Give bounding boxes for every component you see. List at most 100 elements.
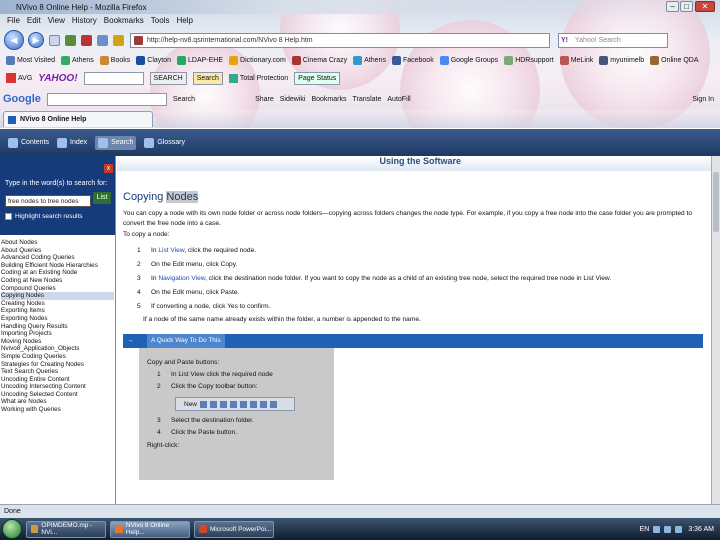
menu-tools[interactable]: Tools bbox=[151, 16, 170, 25]
search-result-item[interactable]: Text Search Queries bbox=[1, 368, 114, 376]
search-result-item[interactable]: Strategies for Creating Nodes bbox=[1, 361, 114, 369]
search-result-item[interactable]: Handling Query Results bbox=[1, 323, 114, 331]
minimize-button[interactable]: – bbox=[666, 1, 679, 12]
bookmark-item[interactable]: Books bbox=[99, 56, 130, 65]
autofill-button[interactable]: AutoFill bbox=[387, 96, 410, 103]
menu-help[interactable]: Help bbox=[176, 16, 192, 25]
bookmark-icon bbox=[291, 56, 301, 65]
glossary-button[interactable]: Glossary bbox=[144, 137, 185, 148]
bookmark-item[interactable]: Facebook bbox=[391, 56, 434, 65]
index-button[interactable]: Index bbox=[57, 137, 87, 148]
google-search-button[interactable]: Search bbox=[173, 96, 195, 103]
content-scrollbar[interactable] bbox=[711, 156, 720, 504]
page-status-button[interactable]: Page Status bbox=[294, 71, 341, 85]
bookmark-item[interactable]: Athens bbox=[353, 56, 386, 65]
avg-yahoo-toolbar: AVG YAHOO! SEARCH Search Total Protectio… bbox=[0, 70, 720, 86]
translate-button[interactable]: Translate bbox=[352, 96, 381, 103]
search-result-item[interactable]: Exporting Nodes bbox=[1, 315, 114, 323]
reload-icon[interactable] bbox=[65, 34, 76, 46]
bookmark-item[interactable]: Dictionary.com bbox=[229, 56, 286, 65]
tab-strip: NVivo 8 Online Help bbox=[0, 110, 720, 128]
contents-button[interactable]: Contents bbox=[8, 137, 49, 148]
step-link[interactable]: Navigation View bbox=[158, 275, 205, 282]
menu-history[interactable]: History bbox=[72, 16, 97, 25]
google-bookmarks-button[interactable]: Bookmarks bbox=[311, 96, 346, 103]
search-result-item[interactable]: Creating Nodes bbox=[1, 300, 114, 308]
menu-file[interactable]: File bbox=[7, 16, 20, 25]
back-button[interactable]: ◀ bbox=[4, 30, 24, 50]
bookmark-item[interactable]: Athens bbox=[61, 56, 94, 65]
maximize-button[interactable]: □ bbox=[680, 1, 693, 12]
sidewiki-button[interactable]: Sidewiki bbox=[280, 96, 306, 103]
search-result-item[interactable]: Moving Nodes bbox=[1, 338, 114, 346]
checkbox-icon[interactable] bbox=[5, 213, 12, 220]
menu-edit[interactable]: Edit bbox=[27, 16, 41, 25]
addon-icon[interactable] bbox=[113, 34, 124, 46]
bookmark-item[interactable]: Google Groups bbox=[439, 56, 498, 65]
bookmark-item[interactable]: MeLink bbox=[559, 56, 593, 65]
browser-tab[interactable]: NVivo 8 Online Help bbox=[3, 111, 153, 127]
search-result-item[interactable]: Compound Queries bbox=[1, 285, 114, 293]
menu-bookmarks[interactable]: Bookmarks bbox=[104, 16, 144, 25]
search-button[interactable]: Search bbox=[192, 71, 223, 85]
menu-view[interactable]: View bbox=[48, 16, 65, 25]
search-input[interactable]: Yahoo! Search bbox=[558, 32, 668, 48]
steps-heading: To copy a node: bbox=[123, 231, 170, 238]
dropdown-icon[interactable] bbox=[49, 34, 60, 46]
clock[interactable]: 3:36 AM bbox=[688, 526, 714, 533]
help-search-input[interactable]: free nodes to tree nodes bbox=[5, 195, 91, 207]
search-result-item[interactable]: Advanced Coding Queries bbox=[1, 254, 114, 262]
yahoo-search-input[interactable] bbox=[83, 71, 144, 85]
stop-icon[interactable] bbox=[81, 34, 92, 46]
avg-button[interactable]: AVG bbox=[6, 73, 32, 83]
total-protection-button[interactable]: Total Protection bbox=[228, 73, 288, 83]
search-result-item[interactable]: Nvivo8_Application_Objects bbox=[1, 345, 114, 353]
language-indicator[interactable]: EN bbox=[640, 526, 650, 533]
bookmark-icon bbox=[6, 56, 15, 65]
search-result-item[interactable]: Coding at New Nodes bbox=[1, 277, 114, 285]
search-result-item[interactable]: Uncoding Selected Content bbox=[1, 391, 114, 399]
search-result-item[interactable]: Uncoding Intersecting Content bbox=[1, 383, 114, 391]
search-result-item[interactable]: About Queries bbox=[1, 247, 114, 255]
search-result-item[interactable]: Copying Nodes bbox=[1, 292, 114, 300]
bookmark-item[interactable]: LDAP-EHE bbox=[177, 56, 223, 65]
forward-button[interactable]: ▶ bbox=[28, 32, 44, 48]
search-result-item[interactable]: Working with Queries bbox=[1, 406, 114, 414]
search-result-item[interactable]: About Nodes bbox=[1, 239, 114, 247]
yahoo-search-button[interactable]: SEARCH bbox=[149, 71, 187, 85]
toolbar-icon bbox=[210, 400, 218, 408]
search-result-item[interactable]: Uncoding Entire Content bbox=[1, 376, 114, 384]
google-search-input[interactable] bbox=[46, 92, 167, 106]
home-icon[interactable] bbox=[97, 34, 108, 46]
scrollbar-thumb[interactable] bbox=[713, 172, 719, 232]
search-tab-button[interactable]: Search bbox=[95, 135, 137, 150]
share-button[interactable]: Share bbox=[255, 96, 274, 103]
bookmark-item[interactable]: Online QDA bbox=[650, 56, 699, 65]
google-signin-link[interactable]: Sign In bbox=[692, 96, 714, 103]
taskbar-item[interactable]: Microsoft PowerPoi... bbox=[194, 520, 274, 538]
search-result-item[interactable]: Exporting Items bbox=[1, 307, 114, 315]
search-result-item[interactable]: What are Nodes bbox=[1, 398, 114, 406]
url-input[interactable]: http://help-nv8.qsrinternational.com/NVi… bbox=[130, 32, 550, 48]
quick-way-bar[interactable]: → A Quick Way To Do This bbox=[123, 334, 703, 348]
bookmark-item[interactable]: Cinema Crazy bbox=[291, 56, 347, 65]
bookmark-item[interactable]: myunimelb bbox=[599, 56, 644, 65]
step-item: 3 In Navigation View, click the destinati… bbox=[137, 274, 612, 282]
bookmark-item[interactable]: Most Visited bbox=[6, 56, 55, 65]
step-link[interactable]: List View bbox=[158, 247, 184, 254]
search-result-item[interactable]: Coding at an Existing Node bbox=[1, 269, 114, 277]
search-result-item[interactable]: Simple Coding Queries bbox=[1, 353, 114, 361]
taskbar-item[interactable]: NVivo 8 Online Help... bbox=[110, 520, 190, 538]
tab-favicon bbox=[8, 115, 16, 124]
taskbar-item[interactable]: OPIMDEMO.mp - NVi... bbox=[26, 520, 106, 538]
quick-step: 2 Click the Copy toolbar button: bbox=[157, 383, 258, 390]
close-icon[interactable]: x bbox=[104, 164, 113, 173]
highlight-results-checkbox[interactable]: Highlight search results bbox=[5, 213, 110, 220]
search-result-item[interactable]: Importing Projects bbox=[1, 330, 114, 338]
search-result-item[interactable]: Building Efficient Node Hierarchies bbox=[1, 262, 114, 270]
close-window-button[interactable]: ✕ bbox=[695, 1, 715, 12]
bookmark-item[interactable]: HDRsupport bbox=[504, 56, 554, 65]
list-topics-button[interactable]: List bbox=[93, 192, 111, 204]
bookmark-item[interactable]: Clayton bbox=[136, 56, 171, 65]
start-button[interactable] bbox=[2, 519, 22, 539]
